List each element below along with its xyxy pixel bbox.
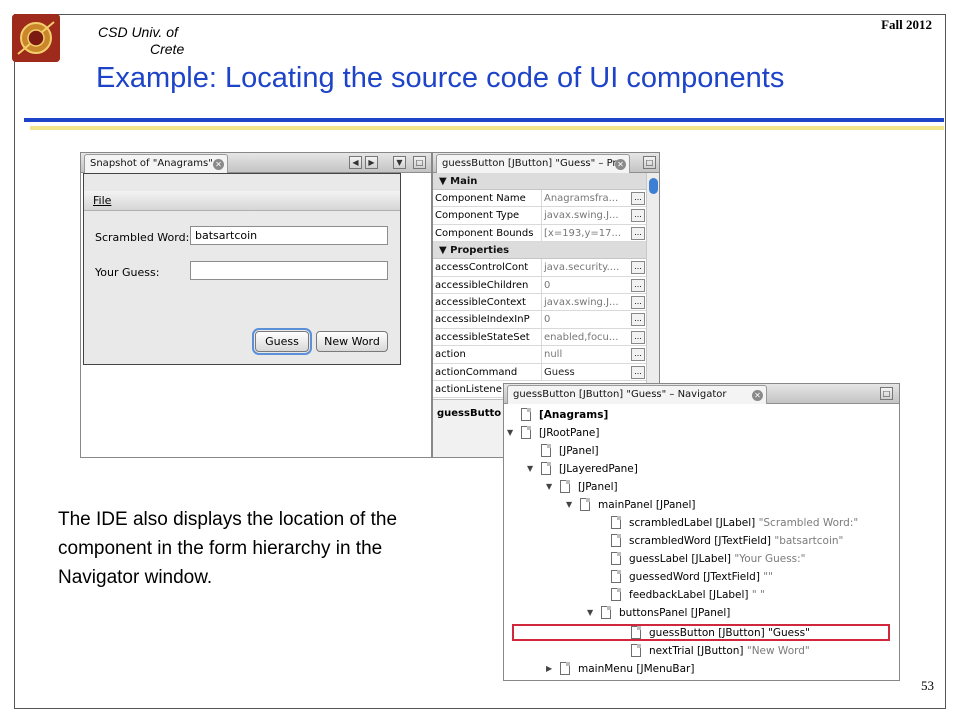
maximize-icon[interactable]: □ [880,387,893,400]
snapshot-window: Snapshot of "Anagrams" ✕ ◀ ▶ ▼ □ File Sc… [80,152,432,458]
your-guess-label: Your Guess: [95,266,160,279]
ellipsis-button[interactable]: ... [631,348,645,362]
tree-node[interactable]: [Anagrams] [507,406,608,424]
tree-node[interactable]: nextTrial [JButton] "New Word" [617,642,810,660]
expand-triangle-icon[interactable]: ▼ [527,460,537,478]
scroll-right-icon[interactable]: ▶ [365,156,378,169]
document-icon [611,569,621,583]
document-icon [631,643,641,657]
form-preview: File Scrambled Word: batsartcoin Your Gu… [83,173,401,365]
tab-navigator[interactable]: guessButton [JButton] "Guess" – Navigato… [507,385,767,404]
your-guess-field[interactable] [190,261,388,280]
term-label: Fall 2012 [881,17,932,32]
new-word-button[interactable]: New Word [316,331,388,352]
tree-node[interactable]: ▼ [JLayeredPane] [527,460,638,478]
property-row[interactable]: accessibleContext javax.swing.J...... [433,293,647,312]
guess-button[interactable]: Guess [252,328,312,355]
ellipsis-button[interactable]: ... [631,313,645,327]
scrollbar-thumb[interactable] [649,178,658,194]
page-number: 53 [921,678,934,693]
tree-node[interactable]: scrambledWord [JTextField] "batsartcoin" [597,532,843,550]
section-properties[interactable]: ▼ Properties [433,242,647,260]
document-icon [611,533,621,547]
dropdown-icon[interactable]: ▼ [393,156,406,169]
scrambled-word-field[interactable]: batsartcoin [190,226,388,245]
navigator-window: guessButton [JButton] "Guess" – Navigato… [503,383,900,681]
maximize-icon[interactable]: □ [413,156,426,169]
property-row[interactable]: accessibleIndexInP 0... [433,311,647,329]
document-icon [521,425,531,439]
tree-node[interactable]: ▶ mainMenu [JMenuBar] [546,660,694,678]
maximize-icon[interactable]: □ [643,156,656,169]
expand-triangle-icon[interactable]: ▼ [546,478,556,496]
ellipsis-button[interactable]: ... [631,365,645,379]
collapsed-triangle-icon[interactable]: ▶ [546,660,556,678]
snapshot-tabbar: Snapshot of "Anagrams" ✕ ◀ ▶ ▼ □ [81,153,431,173]
tree-node[interactable]: guessedWord [JTextField] "" [597,568,773,586]
scroll-left-icon[interactable]: ◀ [349,156,362,169]
expand-triangle-icon[interactable]: ▼ [587,604,597,622]
property-row[interactable]: Component Name Anagramsfra...... [433,190,647,208]
tab-snapshot[interactable]: Snapshot of "Anagrams" ✕ [84,154,228,173]
document-icon [560,479,570,493]
description-text: The IDE also displays the location of th… [58,509,398,588]
document-icon [560,661,570,675]
title-rule-blue [24,118,944,122]
tree-node[interactable]: ▼ buttonsPanel [JPanel] [587,604,730,622]
ellipsis-button[interactable]: ... [631,209,645,223]
property-row[interactable]: accessibleChildren 0... [433,276,647,294]
slide-title: Example: Locating the source code of UI … [96,62,785,94]
document-icon [541,443,551,457]
tree-node[interactable]: scrambledLabel [JLabel] "Scrambled Word:… [597,514,858,532]
document-icon [611,587,621,601]
tree-node[interactable]: [JPanel] [527,442,599,460]
university-logo [12,14,60,62]
expand-triangle-icon[interactable]: ▼ [566,496,576,514]
ellipsis-button[interactable]: ... [631,226,645,240]
document-icon [521,407,531,421]
close-icon[interactable]: ✕ [615,159,626,170]
menu-file[interactable]: File [84,191,400,211]
expand-triangle-icon[interactable]: ▼ [507,424,517,442]
ellipsis-button[interactable]: ... [631,192,645,205]
university-name: CSD Univ. of Crete [98,24,185,57]
ellipsis-button[interactable]: ... [631,330,645,344]
tree-node[interactable]: ▼ [JPanel] [546,478,618,496]
document-icon [601,605,611,619]
scrambled-word-label: Scrambled Word: [95,231,190,244]
navigator-tabbar: guessButton [JButton] "Guess" – Navigato… [504,384,899,404]
properties-scrollbar[interactable] [646,173,659,383]
close-icon[interactable]: ✕ [213,159,224,170]
document-icon [611,551,621,565]
tree-node[interactable]: feedbackLabel [JLabel] " " [597,586,765,604]
property-row[interactable]: Component Type javax.swing.J...... [433,207,647,225]
tab-properties[interactable]: guessButton [JButton] "Guess" – Pr... ✕ [436,154,630,173]
document-icon [580,497,590,511]
tree-node[interactable]: ▼ [JRootPane] [507,424,600,442]
property-row[interactable]: actionCommand Guess... [433,363,647,381]
title-rule-yellow [30,126,944,130]
section-main[interactable]: ▼ Main [433,173,647,190]
property-row[interactable]: action null... [433,346,647,364]
ellipsis-button[interactable]: ... [631,278,645,292]
document-icon [611,515,621,529]
property-row[interactable]: Component Bounds [x=193,y=17...... [433,224,647,243]
property-row[interactable]: accessControlCont java.security....... [433,259,647,277]
document-icon [541,461,551,475]
tree-node[interactable]: guessLabel [JLabel] "Your Guess:" [597,550,806,568]
selection-highlight-box [512,624,890,641]
property-sheet: ▼ Main Component Name Anagramsfra...... C… [433,173,647,399]
ellipsis-button[interactable]: ... [631,261,645,275]
property-row[interactable]: accessibleStateSet enabled,focu...... [433,328,647,347]
close-icon[interactable]: ✕ [752,390,763,401]
properties-tabbar: guessButton [JButton] "Guess" – Pr... ✕ … [433,153,659,173]
tree-node[interactable]: ▼ mainPanel [JPanel] [566,496,696,514]
ellipsis-button[interactable]: ... [631,295,645,309]
